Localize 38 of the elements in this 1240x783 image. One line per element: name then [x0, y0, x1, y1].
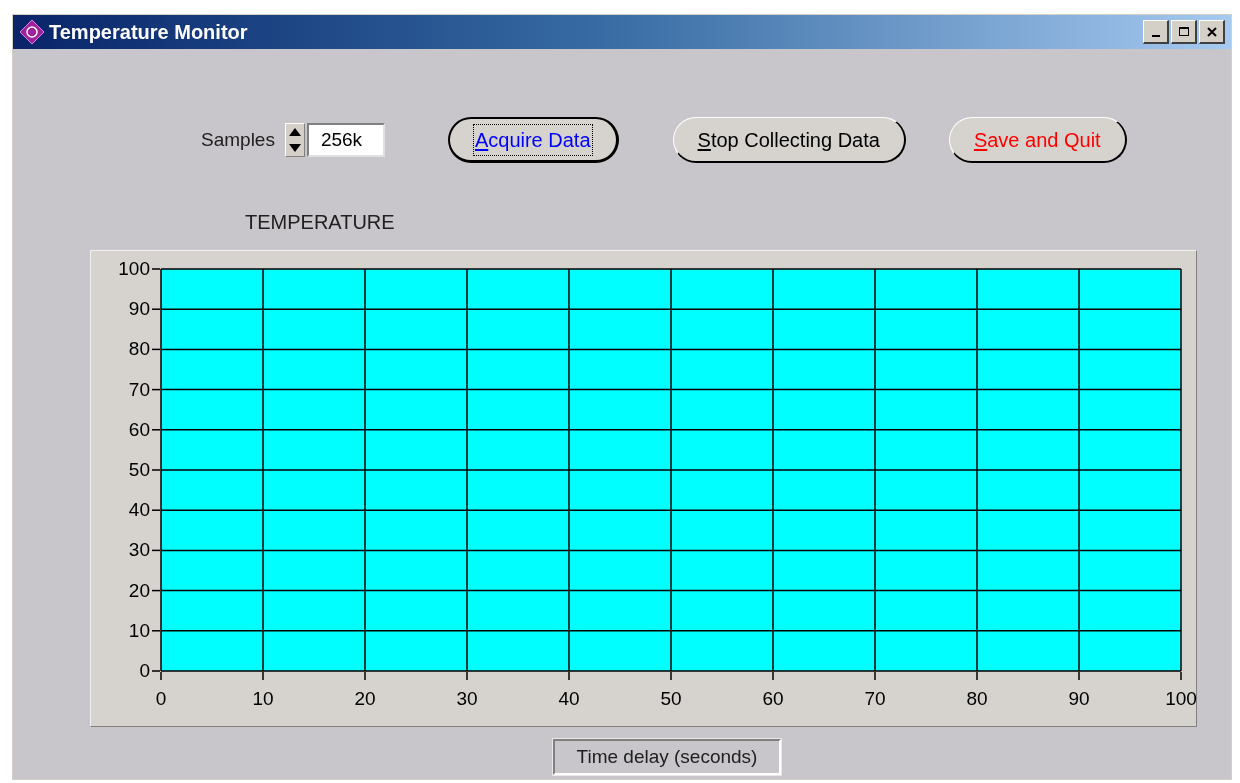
x-tick-label: 10	[252, 688, 274, 709]
y-tick-label: 60	[128, 418, 150, 440]
minimize-button[interactable]	[1143, 20, 1169, 44]
x-tick-label: 70	[864, 688, 886, 709]
samples-label: Samples	[201, 127, 275, 152]
x-tick-label: 0	[155, 688, 167, 709]
y-tick-label: 30	[128, 539, 150, 561]
y-tick-label: 70	[128, 378, 150, 400]
underscore-icon	[1151, 34, 1160, 37]
window-title: Temperature Monitor	[49, 20, 248, 45]
x-tick-label: 80	[966, 688, 988, 709]
samples-field[interactable]: 256k	[306, 123, 385, 157]
y-tick-label: 50	[128, 459, 150, 480]
x-tick-label: 30	[456, 688, 478, 709]
close-icon	[1204, 24, 1219, 39]
action-button[interactable]: Stop Collecting Data	[672, 117, 906, 163]
y-tick-label: 20	[128, 579, 150, 601]
maximize-button[interactable]	[1171, 20, 1197, 44]
up-arrow-icon	[288, 128, 301, 136]
action-button[interactable]: Acquire Data	[447, 117, 619, 163]
close-button[interactable]	[1199, 20, 1225, 44]
chart-title: TEMPERATURE	[245, 211, 395, 233]
x-tick-label: 90	[1068, 688, 1090, 709]
y-tick-label: 0	[139, 660, 150, 681]
spinner-arrows[interactable]	[284, 123, 305, 157]
x-tick-label: 60	[762, 688, 784, 709]
x-tick-label: 50	[660, 688, 682, 709]
down-arrow-icon	[288, 144, 301, 152]
app-logo-icon	[19, 19, 45, 45]
y-tick-label: 10	[128, 619, 150, 641]
y-tick-label: 80	[128, 338, 150, 360]
y-tick-label: 100	[118, 258, 150, 279]
x-axis-label: Time delay (seconds)	[552, 739, 782, 775]
x-tick-label: 100	[1165, 688, 1197, 709]
y-tick-label: 40	[128, 499, 150, 521]
x-tick-label: 20	[354, 688, 376, 709]
x-tick-label: 40	[558, 688, 580, 709]
y-tick-label: 90	[128, 298, 150, 320]
